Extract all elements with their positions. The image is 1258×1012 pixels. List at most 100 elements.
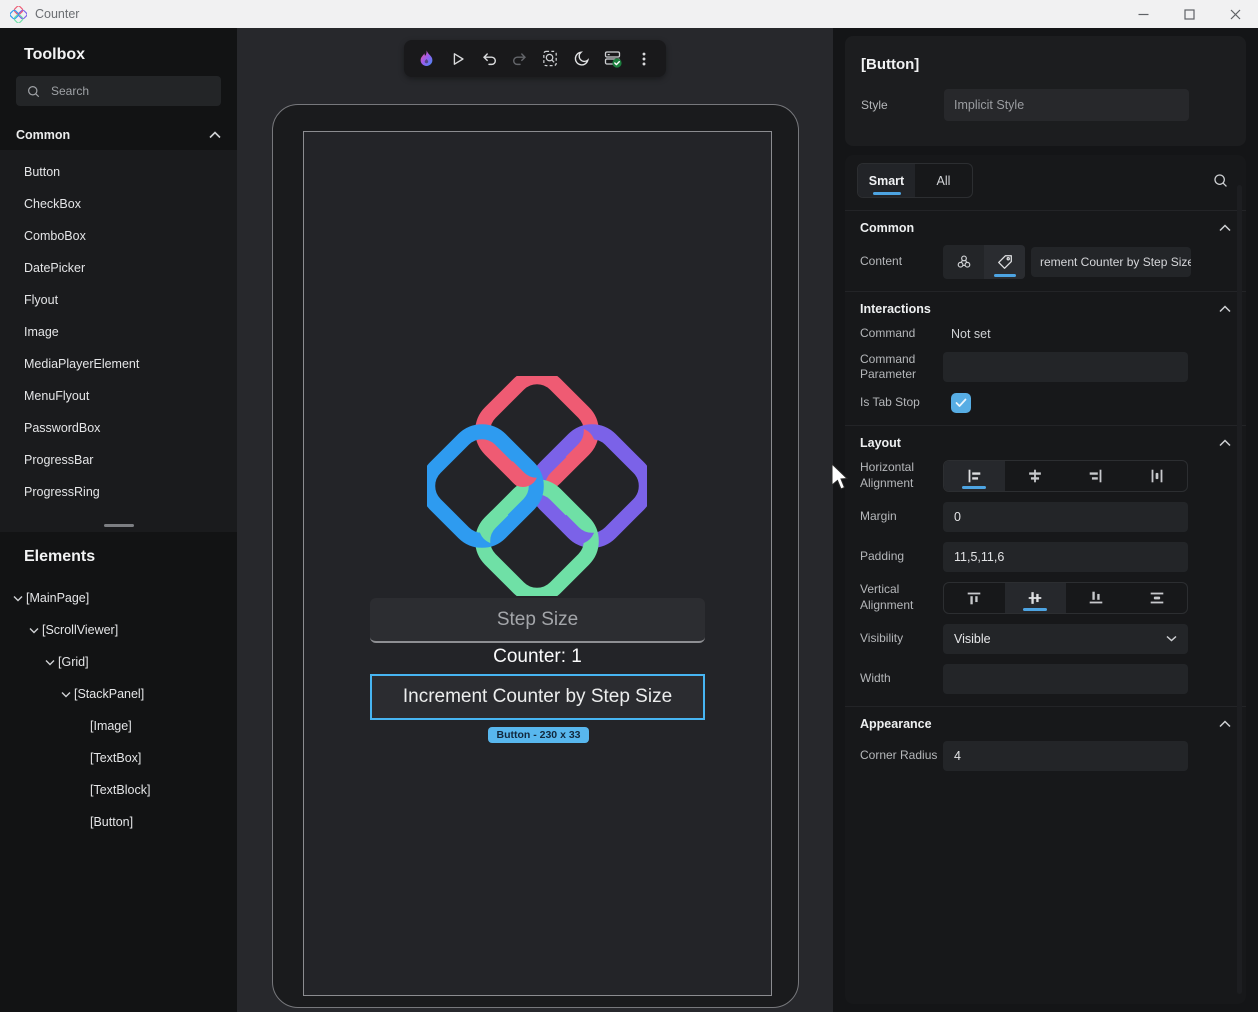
chevron-down-icon[interactable] bbox=[26, 627, 42, 634]
tree-node-label: [TextBlock] bbox=[90, 783, 151, 797]
app-logo-icon bbox=[10, 6, 27, 23]
design-canvas[interactable]: Step Size Counter: 1 Increment Counter b… bbox=[237, 28, 833, 1012]
window-title: Counter bbox=[35, 7, 80, 21]
width-input[interactable] bbox=[943, 663, 1188, 694]
toolbox-search-input[interactable] bbox=[51, 84, 191, 98]
tree-node-button[interactable]: [Button] bbox=[0, 806, 237, 838]
play-button[interactable] bbox=[444, 44, 471, 73]
align-center-horizontal-button[interactable] bbox=[1005, 461, 1066, 491]
undo-button[interactable] bbox=[475, 44, 502, 73]
align-bottom-button[interactable] bbox=[1066, 583, 1127, 613]
toolbox-item-image[interactable]: Image bbox=[0, 316, 237, 348]
tree-node-stackpanel[interactable]: [StackPanel] bbox=[0, 678, 237, 710]
chevron-up-icon bbox=[1219, 305, 1231, 313]
visibility-select[interactable]: Visible bbox=[943, 623, 1188, 654]
maximize-button[interactable] bbox=[1166, 0, 1212, 28]
section-layout-header[interactable]: Layout bbox=[860, 426, 1231, 460]
horizontal-alignment-label: Horizontal Alignment bbox=[860, 460, 915, 490]
chevron-up-icon bbox=[209, 131, 221, 139]
binding-icon bbox=[957, 255, 970, 268]
zoom-to-fit-icon bbox=[543, 50, 557, 67]
style-label: Style bbox=[861, 98, 888, 112]
check-icon bbox=[955, 398, 967, 407]
content-binding-toggle[interactable] bbox=[943, 245, 984, 279]
more-menu-button[interactable] bbox=[630, 44, 657, 73]
toolbox-item-flyout[interactable]: Flyout bbox=[0, 284, 237, 316]
chevron-down-icon[interactable] bbox=[58, 691, 74, 698]
splitter-grip-icon bbox=[103, 523, 134, 527]
toolbox-search[interactable] bbox=[16, 76, 221, 106]
toolbox-item-mediaplayerelement[interactable]: MediaPlayerElement bbox=[0, 348, 237, 380]
align-stretch-horizontal-icon bbox=[1151, 469, 1163, 483]
is-tab-stop-checkbox[interactable] bbox=[951, 392, 971, 413]
minimize-button[interactable] bbox=[1120, 0, 1166, 28]
tab-smart[interactable]: Smart bbox=[858, 164, 915, 197]
toolbox-item-datepicker[interactable]: DatePicker bbox=[0, 252, 237, 284]
redo-button[interactable] bbox=[506, 44, 533, 73]
tree-node-label: [StackPanel] bbox=[74, 687, 145, 701]
corner-radius-input[interactable]: 4 bbox=[943, 740, 1188, 771]
tab-all[interactable]: All bbox=[915, 164, 972, 197]
property-tabs: Smart All bbox=[857, 163, 973, 198]
margin-input[interactable]: 0 bbox=[943, 501, 1188, 532]
toolbox-item-menuflyout[interactable]: MenuFlyout bbox=[0, 380, 237, 412]
section-interactions-header[interactable]: Interactions bbox=[860, 292, 1231, 326]
padding-input[interactable]: 11,5,11,6 bbox=[943, 541, 1188, 572]
hot-design-flame-button[interactable] bbox=[413, 44, 440, 73]
toolbox-item-button[interactable]: Button bbox=[0, 156, 237, 188]
align-center-vertical-button[interactable] bbox=[1004, 582, 1066, 613]
align-center-vertical-icon bbox=[1028, 591, 1042, 604]
align-right-icon bbox=[1089, 469, 1102, 483]
section-appearance-header[interactable]: Appearance bbox=[860, 707, 1231, 741]
close-button[interactable] bbox=[1212, 0, 1258, 28]
tree-node-grid[interactable]: [Grid] bbox=[0, 646, 237, 678]
command-label: Command bbox=[860, 326, 916, 340]
align-left-button[interactable] bbox=[944, 460, 1005, 491]
command-parameter-input[interactable] bbox=[943, 352, 1188, 383]
toolbox-item-passwordbox[interactable]: PasswordBox bbox=[0, 412, 237, 444]
properties-card: Smart All Common Content rement Counter … bbox=[845, 155, 1246, 1004]
style-input[interactable]: Implicit Style bbox=[944, 89, 1189, 121]
selected-element-title: [Button] bbox=[861, 56, 920, 73]
vertical-alignment-label: Vertical Alignment bbox=[860, 582, 914, 612]
panel-splitter[interactable] bbox=[0, 518, 237, 532]
chevron-down-icon[interactable] bbox=[10, 595, 26, 602]
toolbox-item-progressring[interactable]: ProgressRing bbox=[0, 476, 237, 508]
counter-textblock[interactable]: Counter: 1 bbox=[370, 646, 705, 668]
tree-node-textbox[interactable]: [TextBox] bbox=[0, 742, 237, 774]
toolbox-group-common[interactable]: Common bbox=[0, 120, 237, 150]
tree-node-label: [Grid] bbox=[58, 655, 89, 669]
align-stretch-vertical-button[interactable] bbox=[1126, 583, 1187, 613]
properties-panel: [Button] Style Implicit Style Smart All bbox=[833, 28, 1258, 1012]
chevron-down-icon[interactable] bbox=[42, 659, 58, 666]
section-appearance: Appearance Corner Radius 4 bbox=[845, 705, 1246, 771]
toolbox-item-checkbox[interactable]: CheckBox bbox=[0, 188, 237, 220]
chevron-up-icon bbox=[1219, 439, 1231, 446]
theme-toggle-button[interactable] bbox=[568, 44, 595, 73]
tree-node-mainpage[interactable]: [MainPage] bbox=[0, 582, 237, 614]
section-common-header[interactable]: Common bbox=[860, 211, 1231, 245]
tree-node-scrollviewer[interactable]: [ScrollViewer] bbox=[0, 614, 237, 646]
increment-button-selected[interactable]: Increment Counter by Step Size bbox=[370, 674, 705, 720]
app-preview-logo-image[interactable] bbox=[427, 376, 647, 596]
content-value-input[interactable]: rement Counter by Step Size bbox=[1031, 247, 1191, 277]
toolbox-item-combobox[interactable]: ComboBox bbox=[0, 220, 237, 252]
canvas-toolbar bbox=[404, 40, 666, 77]
command-value[interactable]: Not set bbox=[943, 327, 991, 341]
tree-node-label: [MainPage] bbox=[26, 591, 90, 605]
property-search-button[interactable] bbox=[1206, 167, 1234, 195]
zoom-to-fit-button[interactable] bbox=[537, 44, 564, 73]
step-size-textbox[interactable]: Step Size bbox=[370, 598, 705, 643]
toolbox-item-progressbar[interactable]: ProgressBar bbox=[0, 444, 237, 476]
align-stretch-horizontal-button[interactable] bbox=[1126, 461, 1187, 491]
align-top-button[interactable] bbox=[944, 583, 1005, 613]
visibility-label: Visibility bbox=[860, 630, 904, 645]
tree-node-textblock[interactable]: [TextBlock] bbox=[0, 774, 237, 806]
content-literal-toggle[interactable] bbox=[984, 245, 1025, 279]
device-screen[interactable]: Step Size Counter: 1 Increment Counter b… bbox=[303, 131, 772, 996]
align-right-button[interactable] bbox=[1066, 461, 1127, 491]
content-label: Content bbox=[860, 254, 903, 269]
validation-status-button[interactable] bbox=[599, 44, 626, 73]
tree-node-image[interactable]: [Image] bbox=[0, 710, 237, 742]
inspector-scrollbar[interactable] bbox=[1237, 185, 1242, 994]
